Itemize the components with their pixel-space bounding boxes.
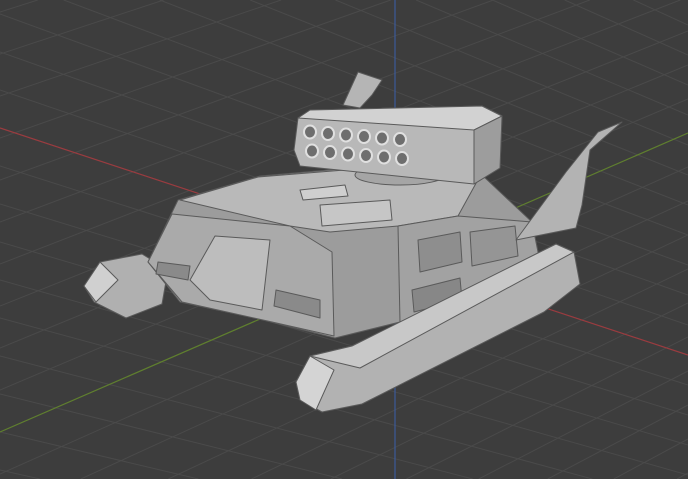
grid-line: [0, 0, 282, 97]
launcher-tube: [305, 143, 319, 159]
grid-line: [415, 0, 688, 116]
grid-line: [0, 469, 41, 479]
launcher-tube: [323, 145, 337, 160]
launcher-tube: [339, 127, 353, 143]
launcher-tube: [395, 151, 409, 166]
grid-line: [547, 404, 688, 479]
launcher-tube: [375, 130, 389, 146]
grid-line: [613, 438, 688, 479]
launcher-tube: [341, 146, 355, 162]
grid-line: [633, 0, 688, 26]
launcher-tube: [393, 132, 407, 147]
rear-left-fin: [342, 71, 383, 109]
3d-viewport[interactable]: [0, 0, 688, 479]
grid-line: [0, 0, 38, 13]
grid-line: [0, 0, 164, 55]
launcher-tube: [377, 149, 391, 165]
grid-line: [0, 393, 343, 479]
launcher-tube: [359, 148, 373, 163]
launcher-tube: [357, 129, 371, 144]
launcher-tube: [321, 126, 335, 141]
grid-line: [564, 0, 688, 56]
launcher-tube: [303, 124, 317, 140]
right-tail-fin: [515, 121, 623, 241]
